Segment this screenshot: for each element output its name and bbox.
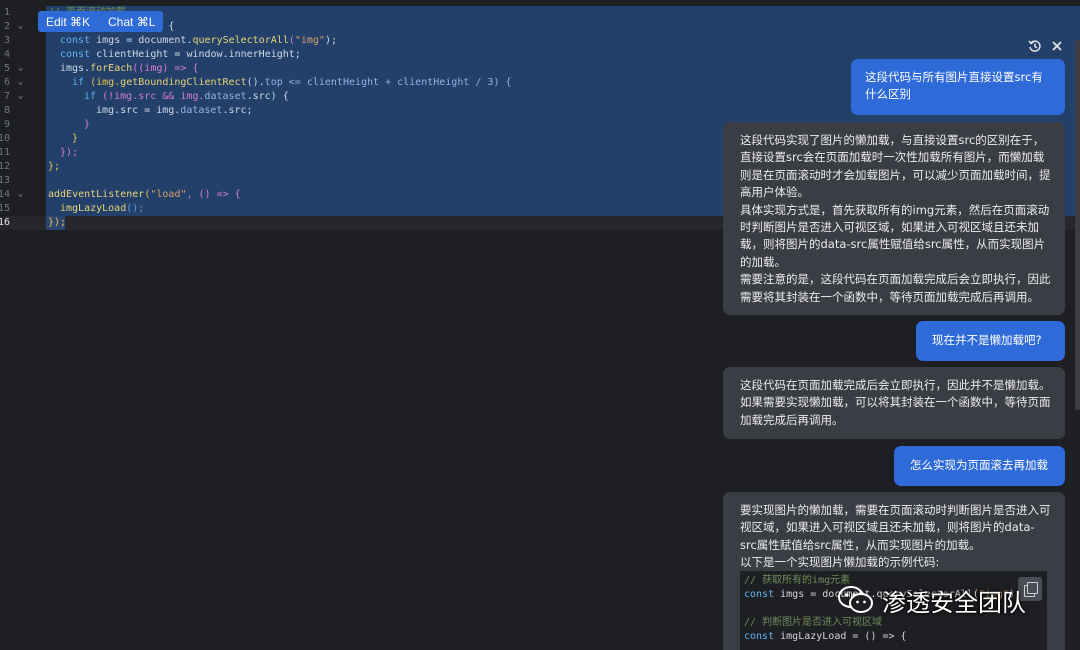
code-comment: // 判断图片是否进入可视区域 xyxy=(744,617,883,628)
line-number: 3 xyxy=(3,35,10,46)
line-number: 1 xyxy=(3,7,10,18)
code-line: const imgLazyLoad = () => { xyxy=(744,630,907,644)
line-number: 7 xyxy=(3,91,10,102)
user-message: 这段代码与所有图片直接设置src有 什么区别 xyxy=(851,59,1065,115)
code-line[interactable]: } xyxy=(84,118,90,132)
code-keyword: const xyxy=(60,49,91,60)
line-number: 8 xyxy=(3,105,10,116)
inline-action-popup: Edit ⌘K Chat ⌘L xyxy=(38,11,164,32)
code-property: dataset xyxy=(180,105,223,116)
code-text: ); xyxy=(324,35,337,46)
line-number-active: 16 xyxy=(0,217,10,228)
fold-chevron-icon[interactable]: ⌄ xyxy=(18,187,23,201)
chat-scrollbar[interactable] xyxy=(1075,40,1080,410)
line-number: 6 xyxy=(3,77,10,88)
code-line[interactable]: addEventListener("load", () => { xyxy=(48,188,241,202)
code-keyword: const xyxy=(744,631,775,642)
code-text: (). xyxy=(246,77,265,88)
code-property: dataset xyxy=(204,91,247,102)
chat-button[interactable]: Chat ⌘L xyxy=(108,15,155,29)
watermark-text: 渗透安全团队 xyxy=(882,588,1026,617)
fold-chevron-icon[interactable]: ⌄ xyxy=(18,61,23,75)
line-number: 2 xyxy=(3,21,10,32)
fold-chevron-icon[interactable]: ⌄ xyxy=(18,75,23,89)
code-function-name: addEventListener xyxy=(48,189,145,200)
message-paragraph: 要实现图片的懒加载，需要在页面滚动时判断图片是否进入可视区域，如果进入可视区域且… xyxy=(740,503,1051,552)
code-function-name: forEach xyxy=(90,63,133,74)
wechat-icon xyxy=(838,585,874,615)
code-keyword: if xyxy=(84,91,97,102)
code-text: (); xyxy=(126,203,145,214)
code-text: (img. xyxy=(84,77,121,88)
message-text: 这段代码与所有图片直接设置src有 xyxy=(865,70,1043,84)
user-message: 现在并不是懒加载吧? xyxy=(916,321,1065,361)
code-function-name: imgLazyLoad xyxy=(60,203,127,214)
message-paragraph: 以下是一个实现图片懒加载的示例代码: xyxy=(740,555,940,570)
message-text: 怎么实现为页面滚去再加载 xyxy=(910,458,1048,472)
line-number: 13 xyxy=(0,175,10,186)
code-line[interactable]: } xyxy=(72,132,78,146)
user-message: 怎么实现为页面滚去再加载 xyxy=(894,446,1065,486)
code-line[interactable]: img.src = img.dataset.src; xyxy=(96,104,253,118)
line-number: 14 xyxy=(0,189,10,200)
code-text: img.src = img. xyxy=(96,105,181,116)
code-line[interactable]: if (img.getBoundingClientRect().top <= c… xyxy=(72,76,512,90)
fold-chevron-icon[interactable]: ⌄ xyxy=(18,89,23,103)
line-number: 15 xyxy=(0,203,10,214)
code-text: <= clientHeight + clientHeight / 3) { xyxy=(282,77,512,88)
assistant-message: 这段代码在页面加载完成后会立即执行，因此并不是懒加载。如果需要实现懒加载，可以将… xyxy=(723,367,1065,439)
code-text: clientHeight = window.innerHeight; xyxy=(90,49,301,60)
watermark: 渗透安全团队 xyxy=(838,582,1026,618)
code-keyword: const xyxy=(744,589,775,600)
code-text: imgs = document. xyxy=(90,35,193,46)
code-line[interactable]: }; xyxy=(48,160,60,174)
message-paragraph: 这段代码在页面加载完成后会立即执行，因此并不是懒加载。如果需要实现懒加载，可以将… xyxy=(740,378,1051,427)
message-paragraph: 需要注意的是，这段代码在页面加载完成后会立即执行，因此需要将其封装在一个函数中，… xyxy=(740,272,1051,304)
selection-line xyxy=(46,6,1080,20)
message-paragraph: 具体实现方式是，首先获取所有的img元素，然后在页面滚动时判断图片是否进入可视区… xyxy=(740,202,1050,269)
code-line[interactable]: }); xyxy=(48,216,66,230)
message-paragraph: 这段代码实现了图片的懒加载，与直接设置src的区别在于，直接设置src会在页面加… xyxy=(740,133,1051,200)
code-text: ((img) => { xyxy=(132,63,199,74)
code-text: (!img.src && img. xyxy=(96,91,205,102)
history-icon[interactable] xyxy=(1028,39,1042,53)
code-line[interactable]: const imgs = document.querySelectorAll("… xyxy=(60,34,337,48)
assistant-message: 这段代码实现了图片的懒加载，与直接设置src的区别在于，直接设置src会在页面加… xyxy=(723,122,1065,315)
fold-chevron-icon[interactable]: ⌄ xyxy=(18,19,23,33)
line-number: 12 xyxy=(0,161,10,172)
selection-line xyxy=(46,20,1080,34)
code-comment: // 获取所有的img元素 xyxy=(744,575,851,586)
message-text: 什么区别 xyxy=(865,87,911,102)
code-line[interactable]: if (!img.src && img.dataset.src) { xyxy=(84,90,289,104)
line-number: 4 xyxy=(3,49,10,60)
code-line[interactable]: }); xyxy=(60,146,78,160)
code-keyword: const xyxy=(60,35,91,46)
code-function-name: getBoundingClientRect xyxy=(120,77,247,88)
code-text: imgLazyLoad = () => { xyxy=(774,631,907,642)
code-keyword: if xyxy=(72,77,85,88)
code-line[interactable]: imgLazyLoad(); xyxy=(60,202,144,216)
code-text: .src) { xyxy=(246,91,289,102)
line-number: 5 xyxy=(3,63,10,74)
code-text: .src; xyxy=(222,105,253,116)
close-icon[interactable] xyxy=(1050,39,1064,53)
code-text: , () => { xyxy=(186,189,241,200)
line-number: 10 xyxy=(0,133,10,144)
line-number: 9 xyxy=(3,119,10,130)
code-line[interactable]: const clientHeight = window.innerHeight; xyxy=(60,48,301,62)
code-string: "load" xyxy=(150,189,187,200)
code-property: top xyxy=(264,77,283,88)
line-number: 11 xyxy=(0,147,10,158)
code-function-name: querySelectorAll xyxy=(192,35,289,46)
code-text: imgs. xyxy=(60,63,91,74)
edit-button[interactable]: Edit ⌘K xyxy=(46,15,90,29)
code-string: "img" xyxy=(294,35,325,46)
message-text: 现在并不是懒加载吧? xyxy=(932,333,1042,347)
code-line[interactable]: imgs.forEach((img) => { xyxy=(60,62,199,76)
